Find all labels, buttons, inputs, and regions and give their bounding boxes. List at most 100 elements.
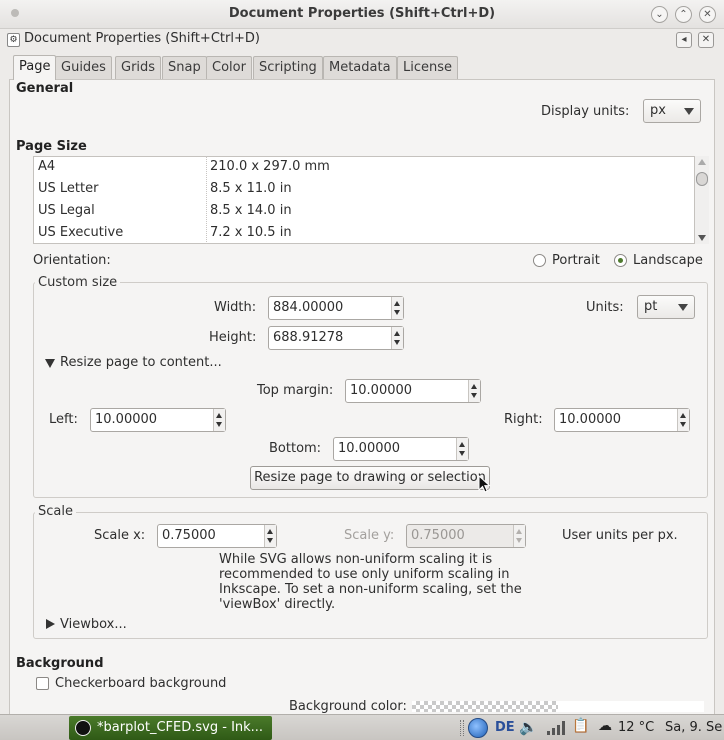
scale-note-line: While SVG allows non-uniform scaling it … [219,552,493,567]
viewbox-expander[interactable]: Viewbox... [60,617,127,632]
inkscape-icon [75,720,91,736]
scale-x-field[interactable]: 0.75000 [157,524,277,548]
mouse-cursor-icon [478,475,491,493]
chevron-down-icon [684,108,694,115]
keyboard-layout-indicator[interactable]: DE [495,720,515,735]
scrollbar-thumb[interactable] [696,172,708,186]
scale-x-stepper[interactable] [264,525,276,547]
close-button[interactable]: ✕ [699,6,716,23]
scroll-up-icon[interactable] [698,159,706,165]
scale-x-label: Scale x: [94,528,146,543]
portrait-radio[interactable] [533,254,546,267]
right-margin-field[interactable]: 10.00000 [554,408,690,432]
checkerboard-label[interactable]: Checkerboard background [55,676,226,691]
resize-to-drawing-button[interactable]: Resize page to drawing or selection [250,466,490,490]
minimize-button[interactable]: ⌄ [651,6,668,23]
tab-page[interactable]: Page [13,55,57,80]
right-margin-stepper[interactable] [677,409,689,431]
landscape-radio[interactable] [614,254,627,267]
tab-color[interactable]: Color [206,56,252,79]
left-margin-stepper[interactable] [213,409,225,431]
window-titlebar: Document Properties (Shift+Ctrl+D) ⌄ ⌃ ✕ [0,0,724,29]
background-heading: Background [16,656,104,671]
volume-icon[interactable]: 🔈 [519,718,538,736]
tab-snap[interactable]: Snap [162,56,207,79]
taskbar-app-label: *barplot_CFED.svg - Ink... [97,720,264,735]
maximize-button[interactable]: ⌃ [675,6,692,23]
expander-open-icon[interactable] [45,359,55,368]
page-size-scrollbar[interactable] [695,156,709,244]
taskbar-app-button[interactable]: *barplot_CFED.svg - Ink... [69,716,272,740]
height-stepper[interactable] [391,327,403,349]
bottom-margin-label: Bottom: [269,441,322,456]
weather-icon[interactable]: ☁ [598,718,612,734]
bottom-margin-stepper[interactable] [456,438,468,460]
units-label: Units: [586,300,624,315]
right-margin-label: Right: [504,412,543,427]
right-margin-value: 10.00000 [559,412,622,427]
scale-note: While SVG allows non-uniform scaling it … [219,552,522,612]
expander-closed-icon[interactable] [46,619,55,629]
resize-to-content-expander[interactable]: Resize page to content... [60,355,222,370]
top-margin-stepper[interactable] [468,380,480,402]
tab-license[interactable]: License [397,56,459,79]
list-item[interactable]: A4 210.0 x 297.0 mm [34,157,694,179]
page-size-dimensions: 210.0 x 297.0 mm [210,159,330,174]
scale-note-line: 'viewBox' directly. [219,597,336,612]
scroll-down-icon[interactable] [698,235,706,241]
window-title: Document Properties (Shift+Ctrl+D) [228,6,496,21]
close-dock-button[interactable]: ✕ [698,32,714,48]
page-size-list: A4 210.0 x 297.0 mm US Letter 8.5 x 11.0… [33,156,695,244]
list-item[interactable]: US Legal 8.5 x 14.0 in [34,201,694,223]
width-label: Width: [214,300,257,315]
scale-note-line: recommended to use only uniform scaling … [219,567,510,582]
temperature-label[interactable]: 12 °C [618,720,654,735]
orientation-label: Orientation: [33,253,111,268]
tab-grids[interactable]: Grids [115,56,162,79]
height-field[interactable]: 688.91278 [268,326,404,350]
units-select[interactable]: pt [637,295,695,319]
page-size-name: US Legal [38,203,95,218]
column-separator [206,156,207,244]
clipboard-icon[interactable]: 📋 [572,718,589,734]
width-field[interactable]: 884.00000 [268,296,404,320]
tab-metadata[interactable]: Metadata [323,56,397,79]
display-units-label: Display units: [541,104,630,119]
page-size-heading: Page Size [16,139,87,154]
top-margin-value: 10.00000 [350,383,413,398]
height-label: Height: [209,330,257,345]
display-units-select[interactable]: px [643,99,701,123]
width-value: 884.00000 [273,300,344,315]
background-color-label: Background color: [289,699,407,714]
list-item[interactable]: US Letter 8.5 x 11.0 in [34,179,694,201]
tab-guides[interactable]: Guides [55,56,112,79]
iconify-dock-button[interactable]: ◂ [676,32,692,48]
page-size-name: A4 [38,159,56,174]
top-margin-field[interactable]: 10.00000 [345,379,481,403]
clock-label[interactable]: Sa, 9. Se [665,720,722,735]
page-size-dimensions: 8.5 x 14.0 in [210,203,292,218]
portrait-label[interactable]: Portrait [552,253,600,268]
landscape-label[interactable]: Landscape [633,253,703,268]
top-margin-label: Top margin: [257,383,334,398]
list-item[interactable]: US Executive 7.2 x 10.5 in [34,223,694,243]
left-margin-field[interactable]: 10.00000 [90,408,226,432]
scale-label: Scale [35,504,76,519]
thunderbird-icon[interactable] [468,718,488,738]
background-color-swatch-opaque[interactable] [558,701,704,712]
scale-y-stepper [513,525,525,547]
bottom-margin-field[interactable]: 10.00000 [333,437,469,461]
display-units-value: px [650,103,666,118]
checkerboard-checkbox[interactable] [36,677,49,690]
page-size-name: US Letter [38,181,99,196]
width-stepper[interactable] [391,297,403,319]
page-size-dimensions: 8.5 x 11.0 in [210,181,292,196]
user-units-label: User units per px. [562,528,678,543]
network-signal-icon[interactable] [546,720,566,736]
bottom-margin-value: 10.00000 [338,441,401,456]
scale-y-label: Scale y: [344,528,395,543]
scale-note-line: Inkscape. To set a non-uniform scaling, … [219,582,522,597]
page-size-dimensions: 7.2 x 10.5 in [210,225,292,240]
background-color-swatch[interactable] [412,701,558,712]
tab-scripting[interactable]: Scripting [253,56,323,79]
